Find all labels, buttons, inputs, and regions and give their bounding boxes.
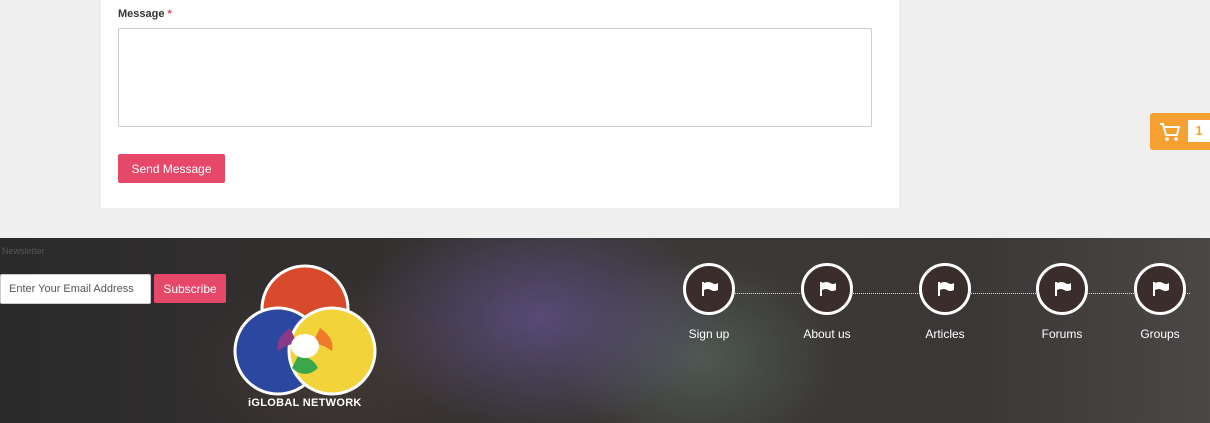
send-message-button[interactable]: Send Message — [118, 154, 225, 183]
nav-label: Sign up — [688, 327, 730, 341]
iglobal-network-logo — [233, 264, 377, 396]
flag-icon — [702, 282, 718, 296]
cart-widget[interactable]: 1 — [1150, 113, 1210, 150]
message-label: Message * — [118, 8, 172, 20]
required-mark: * — [167, 8, 172, 20]
nav-circle — [1036, 263, 1088, 315]
nav-label: Groups — [1140, 327, 1180, 341]
message-label-text: Message — [118, 8, 165, 20]
flag-icon — [820, 282, 836, 296]
nav-groups[interactable]: Groups — [1110, 263, 1210, 341]
contact-form-card: Message * Send Message — [101, 0, 899, 208]
nav-circle — [919, 263, 971, 315]
nav-sign-up[interactable]: Sign up — [659, 263, 759, 341]
nav-about-us[interactable]: About us — [777, 263, 877, 341]
footer: Newsletter Subscribe iGLOBAL NETWORK Sig… — [0, 238, 1210, 423]
nav-circle — [1134, 263, 1186, 315]
email-input[interactable] — [0, 274, 151, 304]
flag-icon — [1153, 282, 1169, 296]
message-textarea[interactable] — [118, 28, 872, 127]
nav-label: About us — [803, 327, 851, 341]
cart-count-badge: 1 — [1188, 120, 1210, 142]
nav-circle — [683, 263, 735, 315]
logo-text: iGLOBAL NETWORK — [248, 397, 362, 409]
nav-articles[interactable]: Articles — [895, 263, 995, 341]
flag-icon — [938, 282, 954, 296]
subscribe-button[interactable]: Subscribe — [154, 274, 226, 303]
nav-label: Forums — [1041, 327, 1083, 341]
nav-circle — [801, 263, 853, 315]
flag-icon — [1055, 282, 1071, 296]
nav-forums[interactable]: Forums — [1012, 263, 1112, 341]
cart-icon — [1160, 123, 1181, 141]
newsletter-label: Newsletter — [2, 246, 45, 256]
nav-label: Articles — [925, 327, 965, 341]
